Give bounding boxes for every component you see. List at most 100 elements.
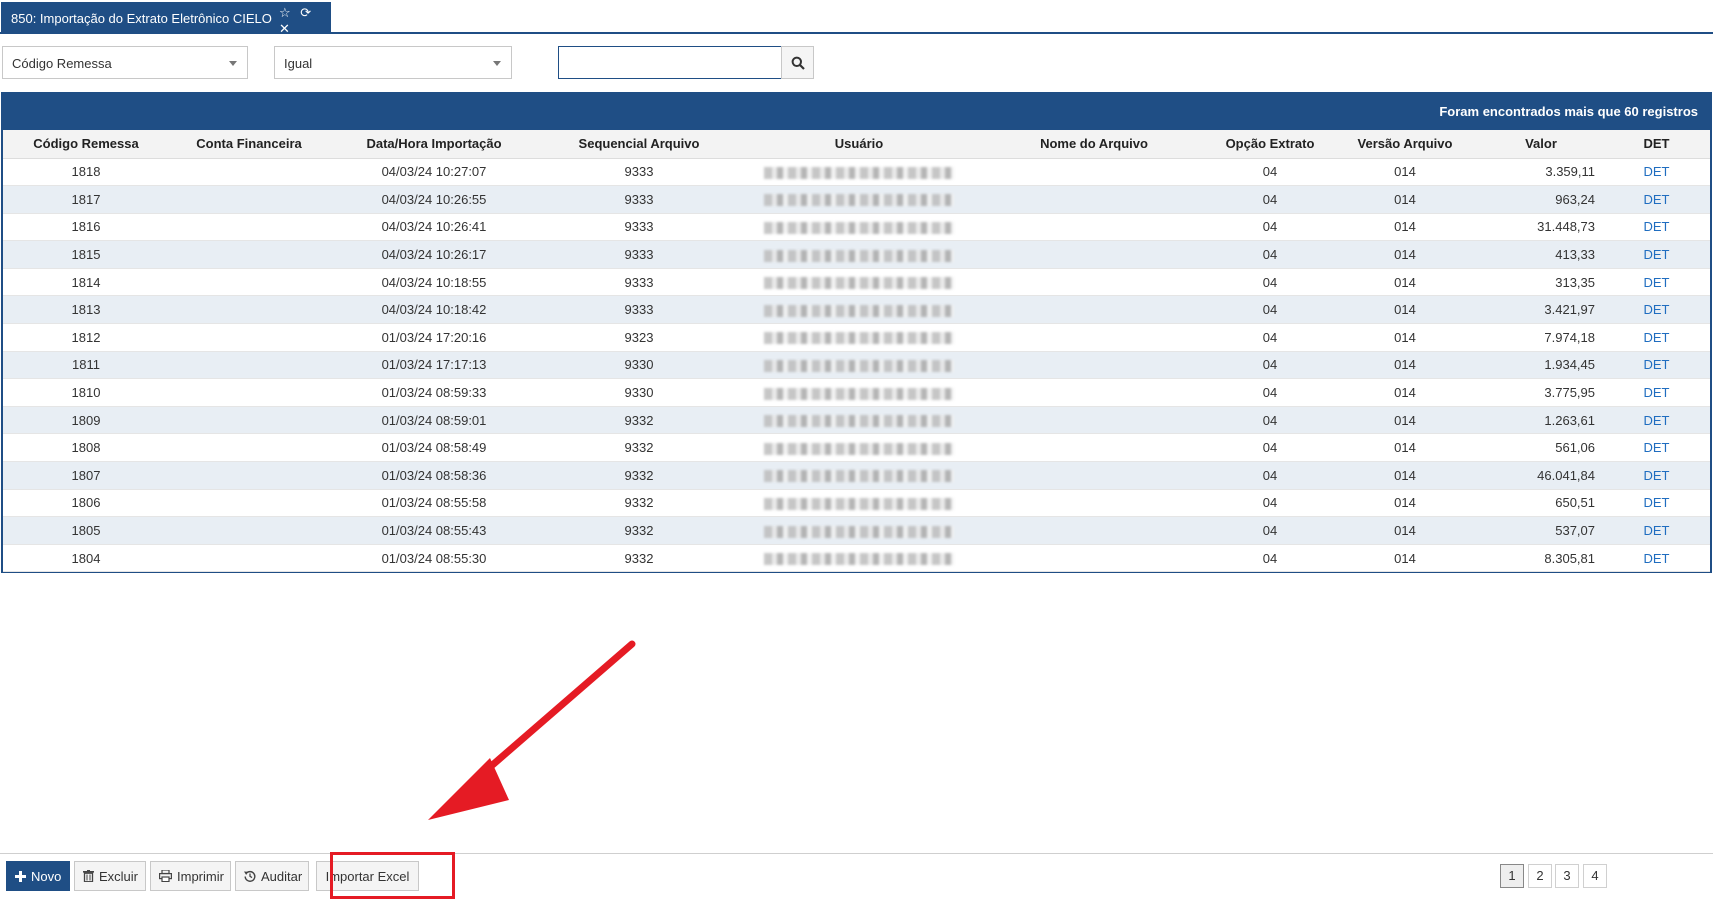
cell-conta [169,406,329,435]
cell-usuario [739,185,979,214]
column-header[interactable]: Versão Arquivo [1331,130,1479,159]
page-3-button[interactable]: 3 [1555,864,1579,888]
cell-versao: 014 [1331,378,1479,407]
page-2-button[interactable]: 2 [1528,864,1552,888]
tab-title: 850: Importação do Extrato Eletrônico CI… [11,11,272,26]
cell-det[interactable]: DET [1603,240,1710,269]
cell-usuario [739,489,979,518]
cell-det[interactable]: DET [1603,516,1710,545]
table-row[interactable]: 1818 04/03/24 10:27:07 9333 04 014 3.359,11 DE… [3,158,1710,187]
cell-arquivo [979,213,1209,242]
cell-det[interactable]: DET [1603,158,1710,187]
search-input[interactable] [558,46,782,79]
cell-datahora: 01/03/24 17:20:16 [329,323,539,352]
cell-det[interactable]: DET [1603,461,1710,490]
page-4-button[interactable]: 4 [1583,864,1607,888]
column-header[interactable]: Opção Extrato [1209,130,1331,159]
cell-versao: 014 [1331,433,1479,463]
cell-conta [169,268,329,297]
page-1-button[interactable]: 1 [1500,864,1524,888]
column-header[interactable]: Conta Financeira [169,130,329,159]
cell-det[interactable]: DET [1603,185,1710,214]
table-row[interactable]: 1808 01/03/24 08:58:49 9332 04 014 561,06 DET [3,433,1710,463]
cell-datahora: 01/03/24 08:55:43 [329,516,539,545]
cell-valor: 413,33 [1479,240,1603,269]
table-row[interactable]: 1816 04/03/24 10:26:41 9333 04 014 31.448,73 D… [3,213,1710,242]
table-row[interactable]: 1810 01/03/24 08:59:33 9330 04 014 3.775,95 DE… [3,378,1710,407]
cell-versao: 014 [1331,489,1479,518]
column-header[interactable]: Código Remessa [3,130,169,159]
cell-datahora: 04/03/24 10:26:55 [329,185,539,214]
cell-opcao: 04 [1209,351,1331,380]
column-header[interactable]: Sequencial Arquivo [539,130,739,159]
cell-usuario [739,351,979,380]
cell-usuario [739,268,979,297]
cell-opcao: 04 [1209,544,1331,573]
filter-operator-select[interactable]: Igual [274,46,512,79]
cell-codigo: 1810 [3,378,169,407]
cell-det[interactable]: DET [1603,406,1710,435]
cell-arquivo [979,516,1209,545]
cell-datahora: 04/03/24 10:26:41 [329,213,539,242]
cell-det[interactable]: DET [1603,268,1710,297]
cell-arquivo [979,295,1209,325]
table-row[interactable]: 1812 01/03/24 17:20:16 9323 04 014 7.974,18 DE… [3,323,1710,352]
table-row[interactable]: 1815 04/03/24 10:26:17 9333 04 014 413,33 DET [3,240,1710,269]
redacted-user [764,360,954,373]
cell-valor: 1.934,45 [1479,351,1603,380]
cell-usuario [739,461,979,490]
cell-det[interactable]: DET [1603,544,1710,573]
cell-arquivo [979,351,1209,380]
cell-conta [169,185,329,214]
column-header[interactable]: Usuário [739,130,979,159]
cell-conta [169,544,329,573]
column-header[interactable]: DET [1603,130,1710,159]
cell-sequencial: 9332 [539,544,739,573]
cell-det[interactable]: DET [1603,378,1710,407]
cell-datahora: 04/03/24 10:27:07 [329,158,539,187]
cell-det[interactable]: DET [1603,433,1710,463]
search-button[interactable] [781,46,814,79]
table-row[interactable]: 1817 04/03/24 10:26:55 9333 04 014 963,24 DET [3,185,1710,214]
filter-operator-value: Igual [284,56,313,71]
cell-opcao: 04 [1209,378,1331,407]
table-row[interactable]: 1804 01/03/24 08:55:30 9332 04 014 8.305,81 DE… [3,544,1710,573]
table-row[interactable]: 1811 01/03/24 17:17:13 9330 04 014 1.934,45 DE… [3,351,1710,380]
cell-usuario [739,544,979,573]
table-row[interactable]: 1813 04/03/24 10:18:42 9333 04 014 3.421,97 DE… [3,295,1710,325]
table-row[interactable]: 1806 01/03/24 08:55:58 9332 04 014 650,51 DET [3,489,1710,518]
cell-conta [169,158,329,187]
cell-datahora: 01/03/24 08:55:58 [329,489,539,518]
cell-usuario [739,295,979,325]
cell-valor: 3.421,97 [1479,295,1603,325]
cell-opcao: 04 [1209,268,1331,297]
close-icon[interactable]: ✕ [279,21,293,37]
results-table: Código Remessa Conta Financeira Data/Hora … [3,130,1710,573]
cell-opcao: 04 [1209,213,1331,242]
star-icon[interactable]: ☆ [279,5,294,21]
table-row[interactable]: 1807 01/03/24 08:58:36 9332 04 014 46.041,84 D… [3,461,1710,490]
table-row[interactable]: 1814 04/03/24 10:18:55 9333 04 014 313,35 DET [3,268,1710,297]
column-header[interactable]: Nome do Arquivo [979,130,1209,159]
cell-codigo: 1809 [3,406,169,435]
refresh-icon[interactable]: ⟳ [300,5,314,21]
filter-field-select[interactable]: Código Remessa [2,46,248,79]
table-row[interactable]: 1805 01/03/24 08:55:43 9332 04 014 537,07 DET [3,516,1710,545]
cell-versao: 014 [1331,516,1479,545]
cell-conta [169,351,329,380]
cell-versao: 014 [1331,406,1479,435]
cell-datahora: 01/03/24 08:58:49 [329,433,539,463]
cell-det[interactable]: DET [1603,213,1710,242]
column-header[interactable]: Data/Hora Importação [329,130,539,159]
column-header[interactable]: Valor [1479,130,1603,159]
table-body: 1818 04/03/24 10:27:07 9333 04 014 3.359,11 DE… [3,158,1710,573]
cell-conta [169,323,329,352]
cell-det[interactable]: DET [1603,489,1710,518]
cell-det[interactable]: DET [1603,351,1710,380]
cell-det[interactable]: DET [1603,295,1710,325]
tab-extrato-cielo[interactable]: 850: Importação do Extrato Eletrônico CI… [1,2,331,36]
cell-conta [169,213,329,242]
table-row[interactable]: 1809 01/03/24 08:59:01 9332 04 014 1.263,61 DE… [3,406,1710,435]
cell-datahora: 04/03/24 10:18:42 [329,295,539,325]
cell-det[interactable]: DET [1603,323,1710,352]
